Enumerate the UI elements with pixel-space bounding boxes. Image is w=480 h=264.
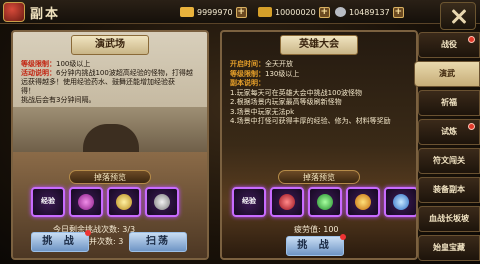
- tab-label: 血战长坂坡: [429, 214, 469, 223]
- resource-value: 9999970: [197, 7, 233, 17]
- tab-changban-battle[interactable]: 血战长坂坡: [418, 206, 480, 232]
- page-title: 副本: [30, 7, 61, 22]
- dungeon-category-sidebar: 战役 演武 祈福 试炼 符文闯关 装备副本 血战长坂坡 始皇宝藏: [414, 32, 480, 264]
- fatigue-value: 100: [323, 225, 339, 234]
- hero-challenge-button[interactable]: 挑 战: [286, 236, 344, 256]
- tab-label: 始皇宝藏: [433, 243, 465, 252]
- potion-icon: [78, 194, 94, 210]
- info-value: 2.根据场景内玩家最高等级刷新怪物: [230, 98, 342, 106]
- blue-flame-icon: [393, 194, 409, 210]
- notification-dot: [340, 234, 346, 240]
- sweep-button[interactable]: 扫荡: [129, 232, 187, 252]
- drop-item[interactable]: [308, 187, 342, 217]
- dungeon-icon: [3, 2, 25, 22]
- add-silver-button[interactable]: +: [392, 6, 404, 18]
- drop-item[interactable]: [270, 187, 304, 217]
- add-gold-ingot-button[interactable]: +: [235, 6, 247, 18]
- gold-bar-icon: [258, 7, 272, 17]
- info-value: 远获得越多！使用经验药水、鼓舞还能增加经验获: [21, 78, 175, 86]
- arena-info: 等级限制：100级以上 活动说明：6分钟内挑战100波超高经验的怪物，打得越 远…: [21, 60, 193, 104]
- green-orb-icon: [317, 194, 333, 210]
- drop-item-list: 经验: [232, 187, 416, 217]
- silver-coin-icon: [154, 194, 170, 210]
- arena-challenge-button[interactable]: 挑 战: [31, 232, 89, 252]
- drop-item[interactable]: [346, 187, 380, 217]
- arena-panel: 演武场 等级限制：100级以上 活动说明：6分钟内挑战100波超高经验的怪物，打…: [11, 30, 209, 260]
- drop-item[interactable]: 经验: [232, 187, 266, 217]
- tab-label: 符文闯关: [433, 156, 465, 165]
- drop-item[interactable]: [145, 187, 179, 217]
- tab-rune-challenge[interactable]: 符文闯关: [418, 148, 480, 174]
- tab-blessing[interactable]: 祈福: [418, 90, 480, 116]
- info-key: 等级限制: [21, 60, 49, 68]
- resource-silver: 10489137 +: [335, 5, 404, 19]
- info-value: 全天开放: [265, 60, 293, 68]
- add-gold-bar-button[interactable]: +: [318, 6, 330, 18]
- info-key: 等级限制: [230, 69, 258, 78]
- info-value: 130级以上: [265, 69, 300, 78]
- top-bar: 副本 9999970 + 10000020 + 10489137 +: [0, 0, 480, 24]
- info-value: 得！: [21, 87, 35, 95]
- tab-label: 战役: [441, 40, 457, 49]
- info-key: 开启时间: [230, 60, 258, 68]
- item-label: 经验: [41, 197, 55, 205]
- info-value: 3.场景中玩家无法pk: [230, 107, 295, 116]
- resource-gold-ingot: 9999970 +: [180, 5, 247, 19]
- notification-dot: [85, 230, 91, 236]
- merge-value: 3: [118, 237, 124, 246]
- tab-trial[interactable]: 试炼: [418, 119, 480, 145]
- info-key: 副本说明: [230, 79, 258, 87]
- gold-coin-icon: [116, 194, 132, 210]
- drop-item[interactable]: [69, 187, 103, 217]
- notification-dot: [468, 36, 475, 43]
- hero-conference-title: 英雄大会: [280, 35, 358, 55]
- drop-preview-title: 掉落预览: [278, 170, 360, 184]
- gold-ingot-icon: [180, 7, 194, 17]
- tab-campaign[interactable]: 战役: [418, 32, 480, 58]
- resource-value: 10489137: [349, 7, 390, 17]
- drop-item[interactable]: [107, 187, 141, 217]
- tab-equipment-dungeon[interactable]: 装备副本: [418, 177, 480, 203]
- item-label: 经验: [242, 197, 256, 205]
- fatigue-label: 疲劳值:: [294, 225, 321, 234]
- notification-dot: [468, 123, 475, 130]
- tab-label: 试炼: [441, 127, 457, 136]
- tab-martial-arena[interactable]: 演武: [414, 61, 480, 87]
- info-key: 活动说明: [21, 69, 49, 77]
- orange-orb-icon: [355, 194, 371, 210]
- red-orb-icon: [279, 194, 295, 210]
- tab-emperor-treasure[interactable]: 始皇宝藏: [418, 235, 480, 261]
- info-value: 挑战后会有3分钟间隔。: [21, 96, 96, 104]
- drop-item-list: 经验: [31, 187, 179, 217]
- resource-value: 10000020: [275, 7, 316, 17]
- hero-info: 开启时间：全天开放 等级限制：130级以上 副本说明： 1.玩家每天可在英雄大会…: [230, 60, 391, 125]
- resource-gold-bar: 10000020 +: [258, 5, 330, 19]
- game-screen: 副本 9999970 + 10000020 + 10489137 + 演武场 等…: [0, 0, 480, 264]
- tab-label: 祈福: [441, 98, 457, 107]
- drop-item[interactable]: [384, 187, 416, 217]
- close-icon[interactable]: [440, 2, 476, 30]
- tab-label: 装备副本: [433, 185, 465, 194]
- info-value: 1.玩家每天可在英雄大会中挑战100波怪物: [230, 88, 363, 97]
- hero-conference-panel: 英雄大会 开启时间：全天开放 等级限制：130级以上 副本说明： 1.玩家每天可…: [220, 30, 418, 260]
- drop-item[interactable]: 经验: [31, 187, 65, 217]
- info-value: 6分钟内挑战100波超高经验的怪物，打得越: [56, 69, 193, 77]
- silver-coin-icon: [335, 7, 346, 17]
- info-value: 4.场景中打怪可获得丰厚的经验、修为、材料等奖励: [230, 117, 391, 125]
- tab-label: 演武: [439, 69, 455, 78]
- info-value: 100级以上: [56, 60, 91, 68]
- fatigue-stat: 疲劳值: 100: [294, 224, 339, 235]
- arena-title: 演武场: [71, 35, 149, 55]
- drop-preview-title: 掉落预览: [69, 170, 151, 184]
